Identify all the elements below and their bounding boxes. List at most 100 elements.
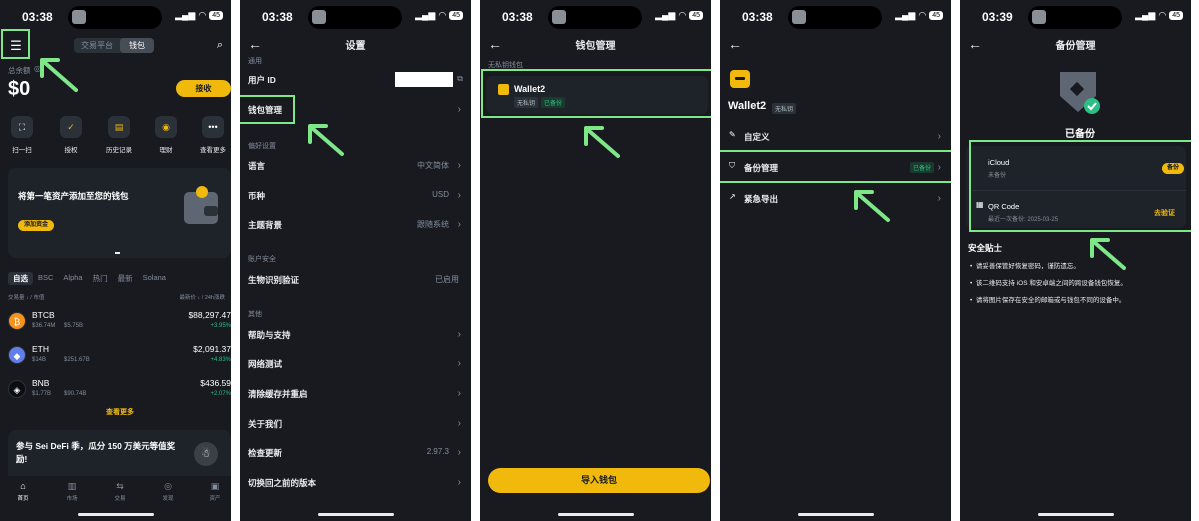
list-header-left: 交易量 ↓ / 市值 [8, 295, 45, 301]
signal-icon: ▂▄▆ [895, 10, 916, 20]
coin-icon: ◈ [8, 380, 26, 398]
swap-icon[interactable]: ⇆ [105, 481, 135, 492]
theme-item[interactable]: 主题背景 [248, 219, 282, 231]
coin-market-cap: $90.74B [64, 391, 87, 397]
status-icons: ▂▄▆ ◠ 45 [895, 10, 943, 21]
tip-item: • 请将图片保存在安全的邮箱或与钱包不同的设备中。 [970, 297, 1126, 304]
wifi-icon: ◠ [1158, 10, 1167, 20]
import-wallet-button[interactable]: 导入钱包 [488, 468, 710, 493]
user-id-label: 用户 ID [248, 75, 276, 85]
tips-list: • 请妥善保管好恢复密码，谨防遗忘。 • 该二维码支持 iOS 和安卓端之间的跨… [970, 258, 1191, 309]
tab-hot[interactable]: 热门 [88, 272, 113, 285]
section-security: 账户安全 [248, 256, 276, 263]
dynamic-island [68, 6, 162, 29]
action-label: 扫一扫 [12, 147, 32, 154]
clear-cache-item[interactable]: 清除缓存并重启 [248, 388, 308, 400]
nav-label: 交易 [114, 496, 126, 502]
action-label: 理财 [159, 147, 173, 154]
highlight-box [720, 150, 951, 183]
chevron-right-icon: › [457, 477, 461, 488]
language-value: 中文简体 [417, 161, 449, 170]
tab-wallet[interactable]: 钱包 [120, 38, 154, 53]
top-tabs: 交易平台 钱包 [74, 38, 154, 53]
search-icon[interactable]: ⌕ [217, 39, 223, 52]
balance-value: $0 [8, 78, 31, 100]
home-icon[interactable]: ⌂ [8, 481, 38, 491]
receive-button[interactable]: 接收 [176, 80, 231, 97]
battery-icon: 45 [449, 11, 463, 20]
chevron-right-icon: › [457, 358, 461, 369]
customize-item[interactable]: 自定义 [744, 131, 770, 143]
table-row[interactable]: ₿ BTCB $36.74M $5.75B $88,297.47 +3.95% [8, 310, 231, 340]
quick-actions: ⛶ ✓ ▤ ◉ ••• 扫一扫 授权 历史记录 理财 查看更多 [0, 116, 231, 156]
earn-icon[interactable]: ◉ [155, 116, 177, 138]
emergency-export-item[interactable]: 紧急导出 [744, 193, 778, 205]
table-row[interactable]: ◆ ETH $14B $251.67B $2,091.37 +4.83% [8, 344, 231, 374]
language-item[interactable]: 语言 [248, 160, 265, 172]
backup-management-screen: 03:39 ▂▄▆ ◠ 45 ← 备份管理 已备份 iCloud 未备份 备份 … [960, 0, 1191, 521]
table-row[interactable]: ◈ BNB $1.77B $90.74B $436.59 +2.07% [8, 378, 231, 408]
section-general: 通用 [248, 58, 262, 65]
check-update-item[interactable]: 检查更新 [248, 447, 282, 459]
back-arrow-icon[interactable]: ← [728, 36, 742, 52]
wallet-management-screen: 03:38 ▂▄▆ ◠ 45 ← 钱包管理 无私钥钱包 Wallet2 无私钥 … [480, 0, 711, 521]
copy-icon[interactable]: ⧉ [457, 74, 463, 84]
network-test-item[interactable]: 网络测试 [248, 358, 282, 370]
tab-new[interactable]: 最新 [113, 272, 138, 285]
add-funds-button[interactable]: 添加资金 [18, 220, 54, 231]
more-icon[interactable]: ••• [202, 116, 224, 138]
assets-icon[interactable]: ▣ [200, 481, 230, 492]
chevron-right-icon: › [457, 447, 461, 458]
scan-icon[interactable]: ⛶ [11, 116, 33, 138]
discover-icon[interactable]: ◎ [153, 481, 183, 492]
arrow-annotation [854, 190, 890, 222]
tab-exchange[interactable]: 交易平台 [74, 38, 120, 53]
wifi-icon: ◠ [438, 10, 447, 20]
tab-solana[interactable]: Solana [138, 272, 171, 285]
coin-volume: $36.74M [32, 323, 56, 329]
settings-screen: 03:38 ▂▄▆ ◠ 45 ← 设置 通用 用户 ID ⧉ 钱包管理 › 偏好… [240, 0, 471, 521]
coin-volume: $1.77B [32, 391, 52, 397]
coin-change: +4.83% [210, 357, 231, 363]
chevron-right-icon: › [937, 193, 941, 204]
currency-item[interactable]: 币种 [248, 190, 265, 202]
tab-alpha[interactable]: Alpha [58, 272, 87, 285]
tab-bsc[interactable]: BSC [33, 272, 58, 285]
promo-title: 将第一笔资产添加至您的钱包 [18, 191, 129, 201]
backup-status-title: 已备份 [1065, 129, 1095, 140]
highlight-box [481, 69, 711, 118]
chevron-right-icon: › [457, 104, 461, 115]
highlight-box [969, 140, 1191, 232]
currency-value: USD [432, 190, 449, 199]
help-item[interactable]: 帮助与支持 [248, 329, 291, 341]
status-time: 03:38 [742, 10, 773, 24]
chevron-right-icon: › [937, 131, 941, 142]
nav-label: 首页 [17, 496, 29, 502]
home-indicator [558, 513, 634, 516]
status-time: 03:39 [982, 10, 1013, 24]
home-indicator [798, 513, 874, 516]
switch-version-item[interactable]: 切换回之前的版本 [248, 477, 316, 489]
coin-icon: ₿ [8, 312, 26, 330]
chevron-right-icon: › [457, 190, 461, 201]
see-more-link[interactable]: 查看更多 [0, 407, 231, 417]
highlight-box [1, 29, 30, 59]
shield-check-icon[interactable]: ✓ [60, 116, 82, 138]
coin-change: +2.07% [210, 391, 231, 397]
wifi-icon: ◠ [918, 10, 927, 20]
about-item[interactable]: 关于我们 [248, 418, 282, 430]
biometric-item[interactable]: 生物识别验证 [248, 274, 299, 286]
history-icon[interactable]: ▤ [108, 116, 130, 138]
coin-volume: $14B [32, 357, 47, 363]
tab-favorites[interactable]: 自选 [8, 272, 33, 285]
promo-card[interactable]: 将第一笔资产添加至您的钱包 添加资金 [8, 168, 231, 258]
coin-market-cap: $5.75B [64, 323, 84, 329]
nav-label: 发现 [162, 496, 174, 502]
section-preferences: 偏好设置 [248, 143, 276, 150]
page-title: 备份管理 [1055, 41, 1096, 52]
nav-label: 市场 [66, 496, 78, 502]
edit-icon: ✎ [729, 130, 736, 139]
list-header-right: 最新价 ↓ / 24h涨跌 [179, 295, 225, 301]
dynamic-island [788, 6, 882, 29]
chart-icon[interactable]: ▥ [57, 481, 87, 492]
